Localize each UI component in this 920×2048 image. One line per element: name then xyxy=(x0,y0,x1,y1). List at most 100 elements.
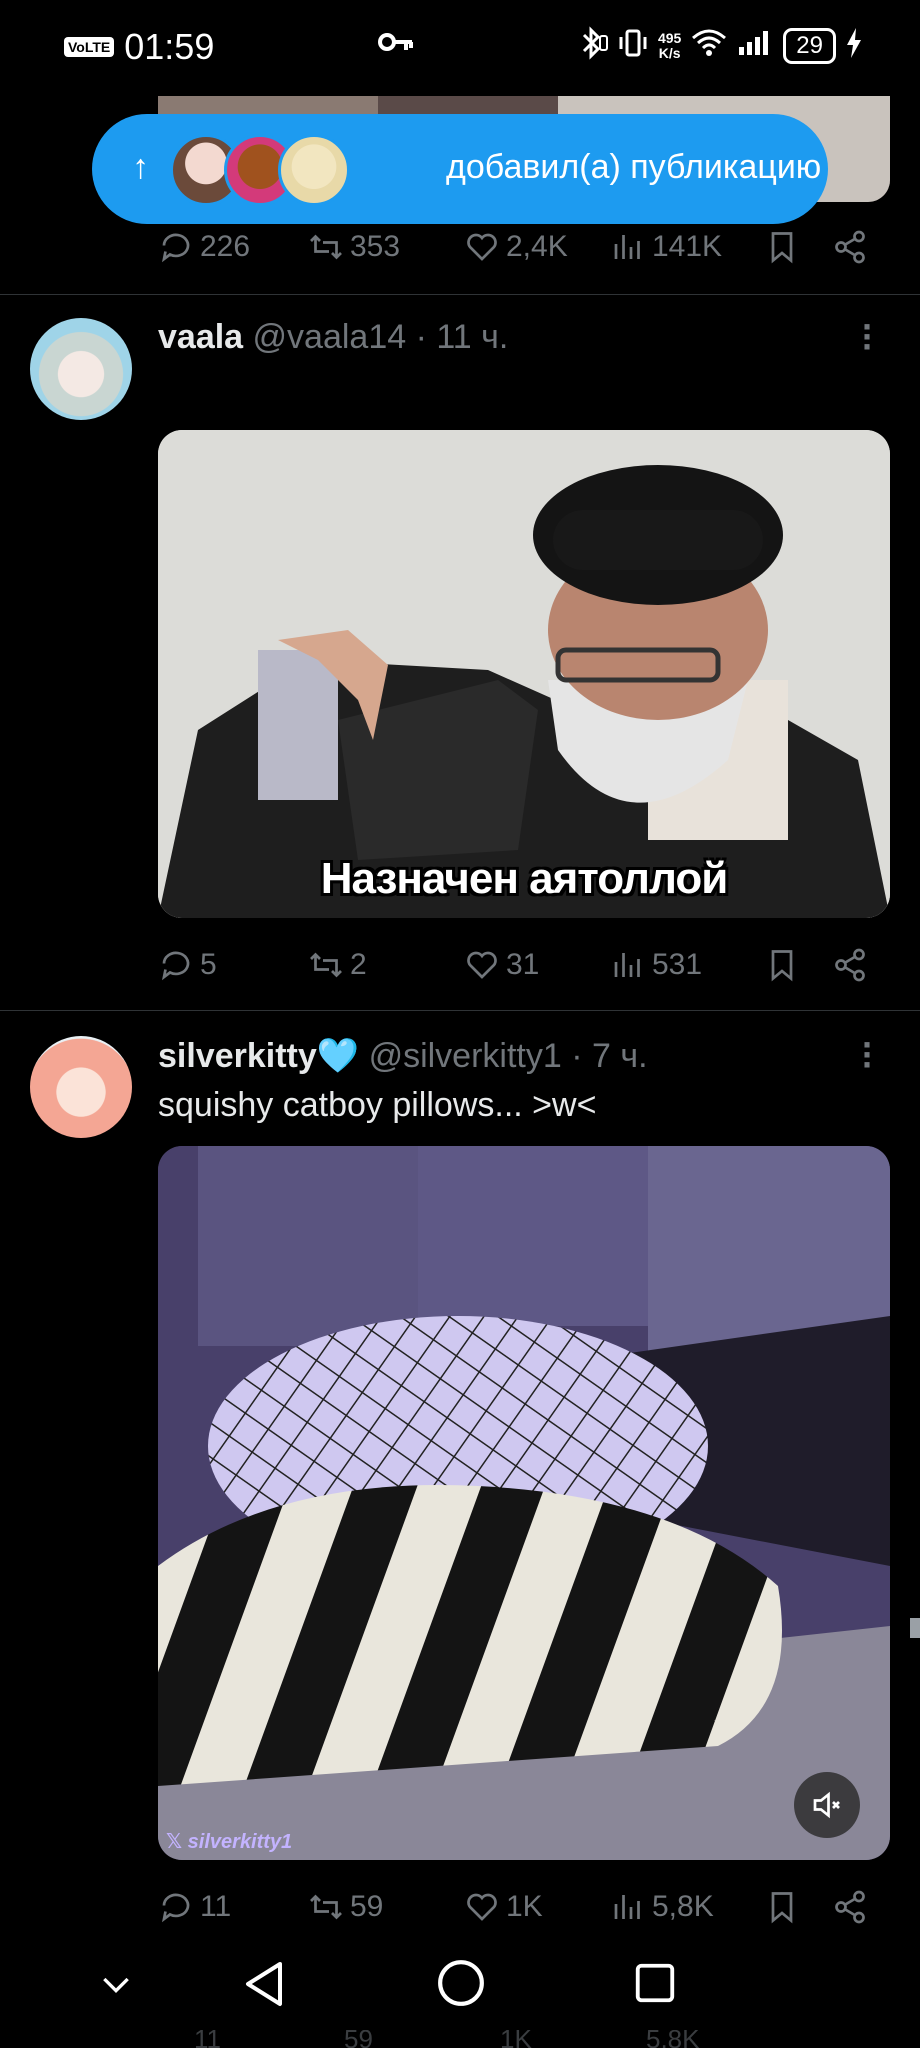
like-button[interactable]: 2,4K xyxy=(464,229,568,265)
ghost-repost-count: 59 xyxy=(344,2030,373,2048)
mute-button[interactable] xyxy=(794,1772,860,1838)
status-right: 495 K/s 29 xyxy=(578,26,862,65)
author-name[interactable]: vaala xyxy=(158,318,243,356)
share-icon xyxy=(835,1890,865,1924)
views-icon xyxy=(614,235,640,259)
network-speed-value: 495 xyxy=(657,29,682,46)
signal-icon xyxy=(737,29,773,62)
mute-icon xyxy=(813,1791,840,1819)
video-frame xyxy=(158,1146,890,1860)
repost-count: 2 xyxy=(350,948,367,981)
repost-button[interactable]: 353 xyxy=(308,229,400,265)
reply-button[interactable]: 226 xyxy=(158,229,250,265)
network-speed-unit: K/s xyxy=(658,44,681,61)
reply-icon xyxy=(161,233,190,263)
network-speed: 495 K/s xyxy=(657,29,682,61)
video-watermark: 𝕏 silverkitty1 xyxy=(166,1831,293,1853)
scrollbar-handle[interactable] xyxy=(910,1618,920,1638)
share-icon xyxy=(835,230,865,264)
wifi-icon xyxy=(691,28,727,63)
bookmark-icon xyxy=(771,950,793,982)
status-bar: VoLTE 01:59 495 K/s 29 xyxy=(0,0,920,96)
views-count: 141K xyxy=(652,230,723,263)
views-count: 531 xyxy=(652,948,703,981)
share-button[interactable] xyxy=(832,1889,868,1925)
reply-count: 11 xyxy=(200,1890,232,1923)
author-handle[interactable]: @vaala14 xyxy=(253,318,407,356)
post-header: silverkitty🩵 @silverkitty1 · 7 ч. xyxy=(158,1036,648,1076)
meme-caption: Назначен аятоллой xyxy=(320,854,729,903)
repost-button[interactable]: 59 xyxy=(308,1889,383,1925)
watermark-handle: silverkitty1 xyxy=(187,1831,293,1853)
status-left: VoLTE 01:59 xyxy=(64,26,214,68)
heart-badge-icon: 🩵 xyxy=(316,1037,360,1075)
volte-icon: VoLTE xyxy=(64,37,115,57)
author-name[interactable]: silverkitty xyxy=(158,1037,317,1075)
like-icon xyxy=(467,233,497,261)
status-time: 01:59 xyxy=(124,26,215,67)
post-time[interactable]: · 11 ч. xyxy=(416,318,509,356)
charging-icon xyxy=(846,28,862,63)
toast-avatar-3 xyxy=(278,134,350,206)
partial-next-actions: 11 59 1K 5,8K xyxy=(158,2030,868,2048)
avatar[interactable] xyxy=(30,318,132,420)
recents-icon[interactable] xyxy=(632,1960,678,2011)
reply-icon xyxy=(161,1893,190,1923)
like-button[interactable]: 1K xyxy=(464,1889,543,1925)
battery-level: 29 xyxy=(783,27,836,64)
repost-count: 353 xyxy=(350,230,401,263)
collapse-icon[interactable] xyxy=(96,1964,136,2009)
post-actions: 5 2 31 531 xyxy=(158,940,868,990)
bluetooth-icon xyxy=(578,26,608,65)
views-button[interactable]: 5,8K xyxy=(610,1889,714,1925)
repost-icon xyxy=(310,234,342,260)
reply-button[interactable]: 11 xyxy=(158,1889,231,1925)
like-count: 1K xyxy=(506,1890,543,1923)
post-text: squishy catboy pillows... >w< xyxy=(158,1086,597,1124)
like-count: 2,4K xyxy=(506,230,568,263)
repost-count: 59 xyxy=(350,1890,384,1923)
bookmark-icon xyxy=(771,232,793,264)
more-icon[interactable]: · · · xyxy=(862,1027,874,1083)
post-actions: 11 59 1K 5,8K xyxy=(158,1882,868,1932)
reply-button[interactable]: 5 xyxy=(158,947,217,983)
avatar[interactable] xyxy=(30,1036,132,1138)
post-header: vaala @vaala14 · 11 ч. xyxy=(158,318,508,357)
like-icon xyxy=(467,951,497,979)
repost-icon xyxy=(310,1894,342,1920)
new-posts-pill[interactable]: ↑ добавил(а) публикацию xyxy=(92,114,828,224)
vpn-key-icon xyxy=(378,30,414,59)
divider xyxy=(0,294,920,295)
reply-count: 5 xyxy=(200,948,217,981)
post-time[interactable]: · 7 ч. xyxy=(571,1037,647,1075)
bookmark-button[interactable] xyxy=(764,947,800,983)
reply-count: 226 xyxy=(200,230,251,263)
bookmark-button[interactable] xyxy=(764,1889,800,1925)
share-button[interactable] xyxy=(832,229,868,265)
views-button[interactable]: 141K xyxy=(610,229,722,265)
more-icon[interactable]: · · · xyxy=(862,309,874,365)
ghost-like-count: 1K xyxy=(500,2030,532,2048)
bookmark-button[interactable] xyxy=(764,229,800,265)
views-count: 5,8K xyxy=(652,1890,714,1923)
share-button[interactable] xyxy=(832,947,868,983)
share-icon xyxy=(835,948,865,982)
like-button[interactable]: 31 xyxy=(464,947,539,983)
post-image[interactable]: Назначен аятоллой xyxy=(158,430,890,918)
bookmark-icon xyxy=(771,1892,793,1924)
like-icon xyxy=(467,1893,497,1921)
views-button[interactable]: 531 xyxy=(610,947,702,983)
back-icon[interactable] xyxy=(240,1958,288,2015)
views-icon xyxy=(614,1895,640,1919)
author-handle[interactable]: @silverkitty1 xyxy=(369,1037,562,1075)
new-posts-text: добавил(а) публикацию xyxy=(446,148,822,186)
repost-button[interactable]: 2 xyxy=(308,947,367,983)
divider xyxy=(0,1010,920,1011)
vibrate-icon xyxy=(618,26,648,65)
reply-icon xyxy=(161,951,190,981)
home-icon[interactable] xyxy=(436,1958,486,2013)
repost-icon xyxy=(310,952,342,978)
ayatollah-photo xyxy=(158,430,890,918)
ghost-reply-count: 11 xyxy=(194,2030,221,2048)
post-video[interactable]: 𝕏 silverkitty1 xyxy=(158,1146,890,1860)
